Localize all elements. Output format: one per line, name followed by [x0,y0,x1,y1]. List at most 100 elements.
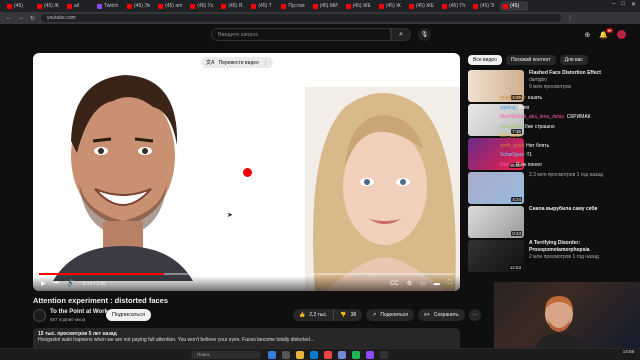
video-meta: Сняла вырубила саму себя [529,206,597,240]
video-views: 2 млн просмотров 1 год назад [529,253,599,260]
bell-icon: 🔔 [599,31,608,39]
video-thumbnail[interactable]: 12:53 [468,240,524,272]
browser-tab[interactable]: (45) Я [218,1,246,11]
next-icon[interactable]: ⏭ [54,280,59,287]
chat-username[interactable]: grudesekor: [500,95,526,101]
video-duration: 0:43 [511,231,522,236]
recommended-video[interactable]: 12:53 A Terrifying Disorder: Prosopometam… [468,240,628,274]
channel-avatar[interactable] [33,309,46,322]
video-title[interactable]: Flashed Face Distortion Effect [529,70,601,77]
chat-text: Уже страшно [524,123,555,130]
subscribe-button[interactable]: Подписаться [106,309,151,321]
spotify-icon[interactable] [352,351,360,359]
avatar[interactable] [617,30,626,39]
browser-tab[interactable]: (45) Эк [124,1,153,11]
browser-tab[interactable]: (45) Ж [34,1,62,11]
tab-label: (45) Уэ [197,3,214,9]
url-field[interactable]: youtube.com [41,14,562,22]
minimize-icon[interactable]: – [612,1,615,8]
recommended-video[interactable]: 0:43 Сняла вырубила саму себя [468,206,628,240]
create-icon[interactable]: ⊕ [584,31,590,39]
chat-text: СКРИМАК [566,114,591,120]
browser-tab[interactable]: (45) Т [248,1,276,11]
browser-tab[interactable]: (45) Уэ [187,1,216,11]
video-meta: 2,3 млн просмотров 1 год назад [529,172,603,206]
settings-icon[interactable]: ⚙ [407,280,412,287]
subtitles-icon[interactable]: CC [390,281,399,287]
share-button[interactable]: ↗ Поделиться [366,309,414,321]
play-icon[interactable]: ▶ [41,280,46,287]
browser-tab[interactable]: ail [64,1,92,11]
chat-username[interactable]: MooNFreak_aka_lena_delay: [500,114,565,120]
filter-chip[interactable]: Для вас [559,55,588,65]
theater-icon[interactable]: ▬ [434,281,440,287]
like-count: 2,2 тыс. [309,312,328,318]
video-title: Attention experiment : distorted faces [33,296,169,305]
filter-chip[interactable]: Похожий контент [505,55,556,65]
search-input[interactable]: Введите запрос [211,28,391,41]
video-player[interactable]: ➤ 文A Перевести видео ⋮ www.TheFaceDistor… [33,53,460,291]
miniplayer-icon[interactable]: ▭ [420,280,426,287]
notifications-button[interactable]: 🔔 9+ [599,27,613,39]
file-explorer-icon[interactable] [296,351,304,359]
forward-icon[interactable]: → [18,15,24,21]
fullscreen-icon[interactable]: ⛶ [448,280,452,287]
browser-tab[interactable]: (45) ЖЕ [343,1,374,11]
subscriber-count: 557 подписчиков [50,317,86,322]
reload-icon[interactable]: ↻ [30,15,35,22]
tab-label: Twitch [104,3,119,9]
chrome-icon[interactable] [324,351,332,359]
browser-tab[interactable]: Twitch [94,1,122,11]
browser-tab[interactable]: (45) am [155,1,185,11]
description-text: Hoogsstol wakt hapnens when we are not p… [38,337,315,343]
chat-username[interactable]: wpikog: [500,105,517,111]
chat-username[interactable]: fire_dude: [500,133,522,139]
browser-tab[interactable]: (45) [500,1,529,11]
browser-tab[interactable]: (45) Э [470,1,498,11]
twitch-icon[interactable] [366,351,374,359]
browser-tab[interactable]: Пустая [278,1,307,11]
video-thumbnail[interactable]: 4:24 [468,172,524,204]
youtube-icon [442,3,448,9]
video-thumbnail[interactable]: 0:43 [468,206,524,238]
chat-text: бляя [518,104,530,111]
chat-message: SchwSpas: !!1 [500,151,640,161]
windows-start-icon[interactable] [268,351,276,359]
task-view-icon[interactable] [282,351,290,359]
chat-username[interactable]: kitsha: [500,162,514,168]
edge-icon[interactable] [310,351,318,359]
extensions-icon[interactable]: ⋮ [567,15,573,22]
browser-tab[interactable]: (45) МИ [310,1,341,11]
mouse-cursor-icon: ➤ [227,212,233,219]
like-button[interactable]: 👍 2,2 тыс. [293,309,334,321]
recommended-video[interactable]: 4:24 2,3 млн просмотров 1 год назад [468,172,628,206]
taskbar-search[interactable]: Поиск [191,351,261,359]
channel-name[interactable]: To the Point at Work [50,309,108,315]
video-title[interactable]: A Terrifying Disorder: Prosopometamorpho… [529,240,628,254]
browser-tab[interactable]: (45) ЖЕ [406,1,437,11]
volume-icon[interactable]: 🔊 [67,280,74,287]
chat-username[interactable]: sveh_urod: [500,143,525,149]
discord-icon[interactable] [338,351,346,359]
browser-tab[interactable]: (45) Ж [376,1,404,11]
chat-text: Я не понял [515,161,542,168]
maximize-icon[interactable]: □ [621,1,625,8]
more-icon[interactable]: ⋮ [263,60,268,66]
save-button[interactable]: ≡+ Сохранить [417,309,465,321]
filter-chip[interactable]: Все видео [468,55,502,65]
obs-icon[interactable] [380,351,388,359]
close-icon[interactable]: ✕ [631,1,636,8]
search-button[interactable]: ⌕ [391,28,411,41]
video-title[interactable]: Сняла вырубила саму себя [529,206,597,213]
back-icon[interactable]: ← [6,15,12,21]
more-actions-button[interactable]: ⋯ [468,309,481,321]
chat-username[interactable]: SchwSpas: [500,152,525,158]
voice-search-button[interactable]: 🎙 [418,28,431,41]
dislike-button[interactable]: 👎 38 [333,309,363,321]
progress-bar[interactable] [39,273,454,275]
translate-video-button[interactable]: 文A Перевести видео ⋮ [201,57,273,68]
browser-tab[interactable]: (45) Th [439,1,468,11]
player-controls: ▶ ⏭ 🔊 0:14 / 1:00 CC ⚙ ▭ ▬ ⛶ [33,276,460,291]
chat-username[interactable]: kariyeriko: [500,124,523,130]
browser-tab[interactable]: (45) [4,1,32,11]
